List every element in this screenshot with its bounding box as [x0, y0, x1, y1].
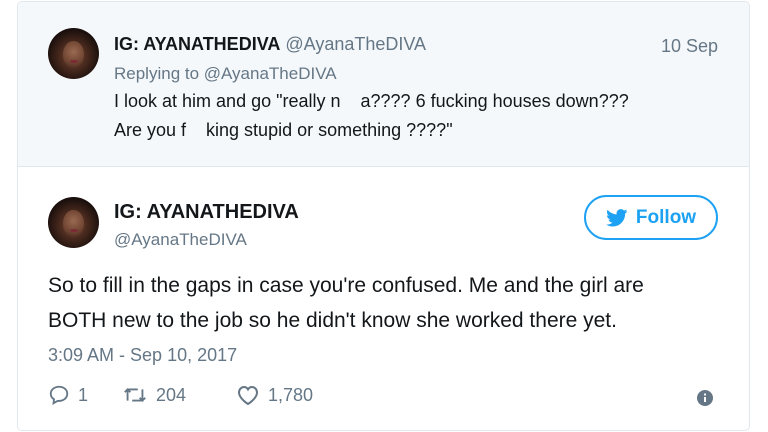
handle[interactable]: @AyanaTheDIVA: [285, 34, 426, 54]
reply-count: 1: [78, 384, 89, 405]
tweet-timestamp[interactable]: 3:09 AM - Sep 10, 2017: [48, 345, 237, 366]
twitter-bird-icon: [606, 208, 628, 226]
avatar[interactable]: [48, 197, 99, 248]
retweet-action[interactable]: 204: [122, 384, 186, 406]
tweet-embed-card: IG: AYANATHEDIVA @AyanaTheDIVA 10 Sep Re…: [17, 1, 750, 431]
like-count: 1,780: [268, 384, 314, 405]
tweet-text-line: So to fill in the gaps in case you're co…: [48, 274, 644, 297]
reply-icon: [49, 385, 69, 405]
reply-action[interactable]: 1: [48, 384, 88, 406]
like-action[interactable]: 1,780: [236, 384, 313, 406]
avatar[interactable]: [48, 28, 99, 79]
handle[interactable]: @AyanaTheDIVA: [114, 230, 247, 250]
parent-tweet[interactable]: IG: AYANATHEDIVA @AyanaTheDIVA 10 Sep Re…: [18, 2, 749, 167]
tweet-text-line: Are you f king stupid or something ????": [114, 120, 453, 140]
retweet-icon: [124, 388, 146, 402]
follow-button[interactable]: Follow: [584, 195, 718, 240]
follow-label: Follow: [635, 206, 697, 228]
info-button[interactable]: [697, 390, 721, 406]
tweet-text-line: BOTH new to the job so he didn't know sh…: [48, 309, 617, 332]
tweet-date[interactable]: 10 Sep: [661, 36, 718, 57]
replying-to[interactable]: Replying to @AyanaTheDIVA: [114, 64, 337, 84]
display-name[interactable]: IG: AYANATHEDIVA: [114, 34, 280, 54]
info-icon: [697, 390, 713, 406]
retweet-count: 204: [156, 384, 187, 405]
display-name[interactable]: IG: AYANATHEDIVA: [114, 201, 299, 224]
tweet-text-line: I look at him and go "really n a???? 6 f…: [114, 91, 629, 111]
heart-icon: [237, 385, 259, 406]
